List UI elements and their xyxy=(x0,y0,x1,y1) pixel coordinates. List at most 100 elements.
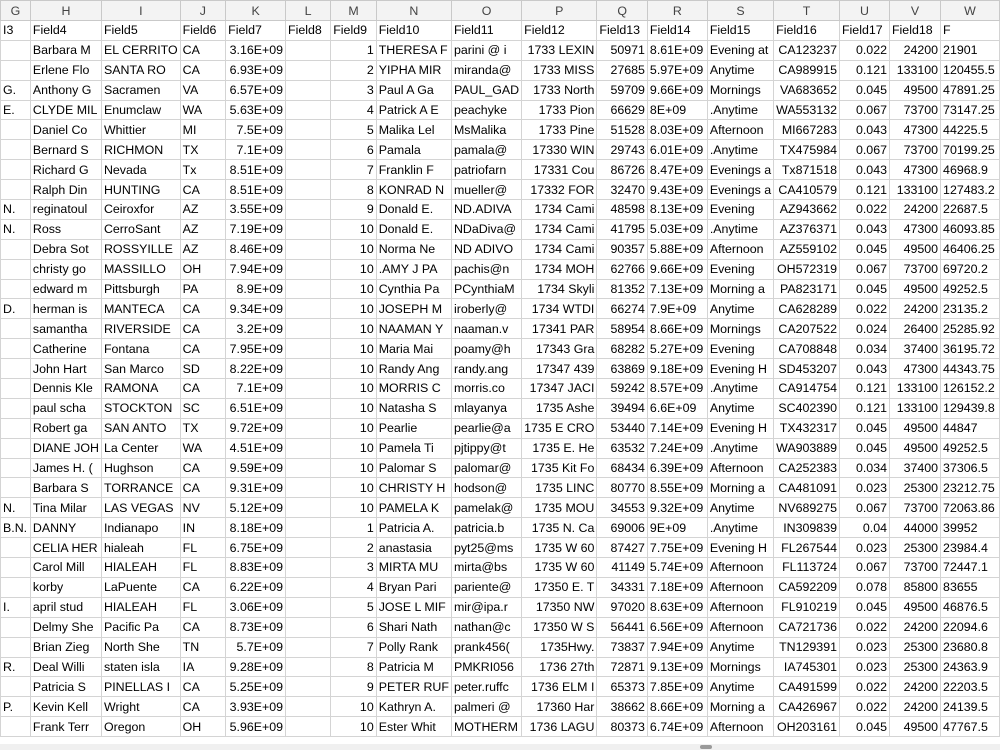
cell[interactable] xyxy=(285,258,332,280)
cell[interactable] xyxy=(285,656,332,678)
cell[interactable]: PA xyxy=(179,278,227,300)
cell[interactable]: 56441 xyxy=(596,616,648,638)
cell[interactable]: 72871 xyxy=(596,656,648,678)
cell[interactable] xyxy=(0,39,31,61)
cell[interactable]: Field15 xyxy=(706,20,775,41)
column-header-m[interactable]: M xyxy=(330,0,377,21)
cell[interactable]: 46876.5 xyxy=(940,596,1000,618)
cell[interactable]: 133100 xyxy=(888,59,942,81)
cell[interactable]: Anytime xyxy=(706,298,775,320)
cell[interactable]: 1734 MOH xyxy=(521,258,598,280)
cell[interactable]: 9E+09 xyxy=(646,517,708,539)
cell[interactable]: SANTA RO xyxy=(100,59,181,81)
cell[interactable]: 17341 PAR xyxy=(521,318,598,340)
cell[interactable]: SAN ANTO xyxy=(100,417,181,439)
cell[interactable]: pyt25@ms xyxy=(450,537,523,559)
cell[interactable]: 32470 xyxy=(596,179,648,201)
cell[interactable]: Ester Whit xyxy=(375,716,452,738)
cell[interactable]: .Anytime xyxy=(706,139,775,161)
cell[interactable]: 65373 xyxy=(596,676,648,698)
cell[interactable]: NDaDiva@ xyxy=(450,218,523,240)
cell[interactable]: 7.14E+09 xyxy=(646,417,708,439)
cell[interactable]: 3.16E+09 xyxy=(225,39,287,61)
cell[interactable]: Enumclaw xyxy=(100,99,181,121)
cell[interactable]: 63869 xyxy=(596,358,648,380)
spreadsheet-grid[interactable]: GHIJKLMNOPQRSTUVW I3 Field4 Field5 Field6 Fi… xyxy=(0,0,1000,750)
cell[interactable]: 1734 Cami xyxy=(521,199,598,220)
cell[interactable]: KONRAD N xyxy=(375,179,452,201)
cell[interactable] xyxy=(285,576,332,598)
cell[interactable]: 1733 MISS xyxy=(521,59,598,81)
cell[interactable]: 126152.2 xyxy=(940,378,1000,399)
cell[interactable]: AZ xyxy=(179,199,227,220)
cell[interactable]: CA xyxy=(179,39,227,61)
cell[interactable]: 81352 xyxy=(596,278,648,300)
cell[interactable]: morris.co xyxy=(450,378,523,399)
cell[interactable]: FL910219 xyxy=(773,596,840,618)
cell[interactable]: 6.93E+09 xyxy=(225,59,287,81)
cell[interactable] xyxy=(285,636,332,658)
cell[interactable]: 5.97E+09 xyxy=(646,59,708,81)
column-header-t[interactable]: T xyxy=(773,0,840,21)
cell[interactable]: 0.067 xyxy=(838,139,890,161)
cell[interactable]: 73700 xyxy=(888,99,942,121)
cell[interactable]: Anytime xyxy=(706,676,775,698)
cell[interactable]: 24200 xyxy=(888,199,942,220)
cell[interactable]: 44343.75 xyxy=(940,358,1000,380)
column-header-h[interactable]: H xyxy=(29,0,102,21)
cell[interactable]: 46406.25 xyxy=(940,238,1000,260)
cell[interactable] xyxy=(0,318,31,340)
cell[interactable]: PMKRI056 xyxy=(450,656,523,678)
cell[interactable]: 5 xyxy=(330,119,377,141)
cell[interactable] xyxy=(285,358,332,380)
cell[interactable]: EL CERRITO xyxy=(100,39,181,61)
cell[interactable] xyxy=(0,576,31,598)
cell[interactable]: 10 xyxy=(330,477,377,499)
cell[interactable]: palmeri @ xyxy=(450,696,523,718)
cell[interactable]: 7.13E+09 xyxy=(646,278,708,300)
cell[interactable]: Pamala xyxy=(375,139,452,161)
cell[interactable]: HUNTING xyxy=(100,179,181,201)
cell[interactable]: CerroSant xyxy=(100,218,181,240)
cell[interactable] xyxy=(0,437,31,459)
cell[interactable]: 83655 xyxy=(940,576,1000,598)
cell[interactable]: 5.03E+09 xyxy=(646,218,708,240)
cell[interactable]: paul scha xyxy=(29,397,102,419)
cell[interactable]: 1735 W 60 xyxy=(521,537,598,559)
cell[interactable]: Wright xyxy=(100,696,181,718)
column-header-p[interactable]: P xyxy=(521,0,598,21)
cell[interactable]: 8.66E+09 xyxy=(646,318,708,340)
cell[interactable]: 69720.2 xyxy=(940,258,1000,280)
cell[interactable]: Richard G xyxy=(29,159,102,181)
cell[interactable]: CA123237 xyxy=(773,39,840,61)
cell[interactable]: christy go xyxy=(29,258,102,280)
cell[interactable] xyxy=(0,537,31,559)
cell[interactable]: samantha xyxy=(29,318,102,340)
cell[interactable]: CA410579 xyxy=(773,179,840,201)
cell[interactable]: 0.023 xyxy=(838,537,890,559)
cell[interactable]: CA426967 xyxy=(773,696,840,718)
cell[interactable]: randy.ang xyxy=(450,358,523,380)
cell[interactable] xyxy=(0,477,31,499)
cell[interactable]: Morning a xyxy=(706,696,775,718)
cell[interactable] xyxy=(285,378,332,399)
cell[interactable]: 10 xyxy=(330,338,377,360)
cell[interactable]: CA914754 xyxy=(773,378,840,399)
cell[interactable]: 8.03E+09 xyxy=(646,119,708,141)
cell[interactable]: 9.28E+09 xyxy=(225,656,287,678)
cell[interactable]: 73700 xyxy=(888,557,942,578)
cell[interactable]: 9.34E+09 xyxy=(225,298,287,320)
cell[interactable]: Palomar S xyxy=(375,457,452,479)
cell[interactable]: 49500 xyxy=(888,417,942,439)
column-header-j[interactable]: J xyxy=(179,0,227,21)
cell[interactable]: SD453207 xyxy=(773,358,840,380)
cell[interactable]: 22203.5 xyxy=(940,676,1000,698)
cell[interactable]: CA xyxy=(179,378,227,399)
cell[interactable]: 0.045 xyxy=(838,238,890,260)
cell[interactable]: 9.72E+09 xyxy=(225,417,287,439)
cell[interactable] xyxy=(285,596,332,618)
cell[interactable]: La Center xyxy=(100,437,181,459)
cell[interactable]: peachyke xyxy=(450,99,523,121)
cell[interactable]: 0.04 xyxy=(838,517,890,539)
cell[interactable]: 24200 xyxy=(888,39,942,61)
